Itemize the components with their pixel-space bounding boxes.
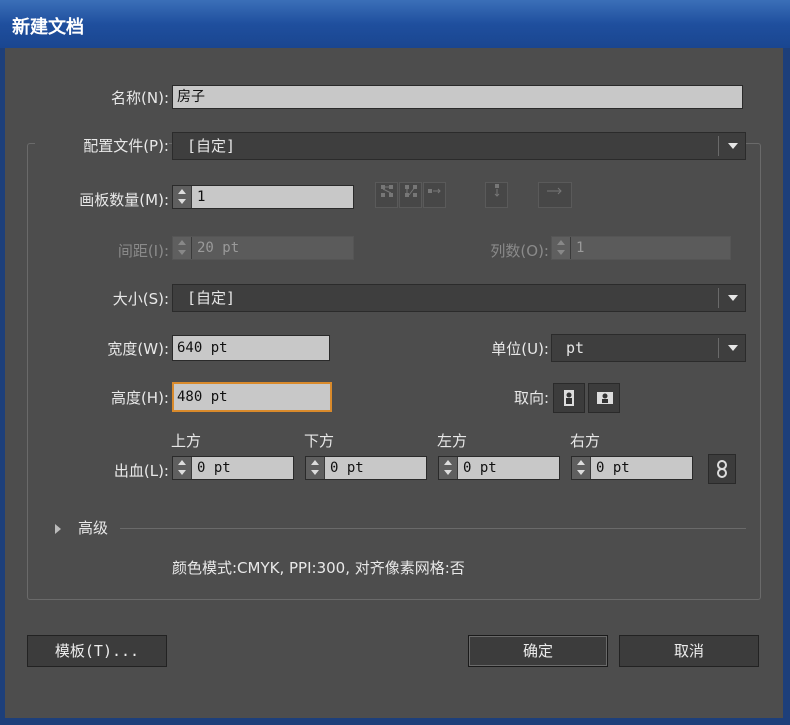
chevron-down-icon [718,288,745,308]
templates-button[interactable]: 模板(T)... [27,635,167,667]
bleed-bottom-label: 下方 [304,432,335,450]
bleed-left-stepper[interactable]: 0 pt [438,456,560,480]
spacing-stepper[interactable]: 20 pt [172,236,354,260]
landscape-icon [597,392,613,404]
profile-dropdown[interactable]: [自定] [172,132,746,160]
spacing-value: 20 pt [197,240,240,256]
artboards-label: 画板数量(M): [79,191,169,209]
title-bar[interactable]: 新建文档 [0,0,790,48]
chevron-down-icon [718,136,745,156]
columns-value: 1 [576,240,585,256]
dialog-body: 名称(N): 房子 配置文件(P): [自定] 画板数量(M): 1 间距(I)… [5,48,783,718]
grid-by-column-icon[interactable] [399,182,422,208]
color-mode-summary: 颜色模式:CMYK, PPI:300, 对齐像素网格:否 [172,559,465,577]
window-title: 新建文档 [12,17,84,38]
advanced-label[interactable]: 高级 [78,517,108,538]
spacing-label: 间距(I): [117,242,169,260]
bleed-left-label: 左方 [437,432,468,450]
bleed-right-value: 0 pt [596,460,630,476]
chain-link-icon [717,460,727,478]
bleed-left-value: 0 pt [463,460,497,476]
stepper-arrows-icon[interactable] [306,457,325,479]
stepper-arrows-icon[interactable] [439,457,458,479]
expand-triangle-icon[interactable] [55,524,61,534]
grid-by-row-icon[interactable] [375,182,398,208]
arrange-by-column-icon[interactable] [485,182,508,208]
bleed-bottom-value: 0 pt [330,460,364,476]
name-input[interactable]: 房子 [172,85,743,109]
portrait-button[interactable] [553,383,585,413]
stepper-arrows-icon[interactable] [572,457,591,479]
columns-stepper[interactable]: 1 [551,236,731,260]
bleed-bottom-stepper[interactable]: 0 pt [305,456,427,480]
portrait-icon [564,390,574,406]
bleed-top-value: 0 pt [197,460,231,476]
chevron-down-icon [718,338,745,358]
divider [120,528,746,529]
stepper-arrows-icon[interactable] [173,186,192,208]
artboards-value: 1 [197,189,206,205]
name-label: 名称(N): [111,89,169,107]
ok-button[interactable]: 确定 [468,635,608,667]
right-to-left-icon[interactable] [538,182,572,208]
link-bleed-button[interactable] [708,454,736,484]
arrange-by-row-icon[interactable] [423,182,446,208]
height-input[interactable]: 480 pt [172,382,332,412]
width-input[interactable]: 640 pt [172,335,330,361]
width-label: 宽度(W): [107,340,169,358]
artboards-stepper[interactable]: 1 [172,185,354,209]
columns-label: 列数(O): [490,242,549,260]
bleed-label: 出血(L): [113,462,169,480]
landscape-button[interactable] [588,383,620,413]
profile-value: [自定] [187,137,236,155]
profile-label: 配置文件(P): [35,135,169,156]
cancel-button[interactable]: 取消 [619,635,759,667]
size-label: 大小(S): [112,290,169,308]
bleed-top-label: 上方 [171,432,202,450]
bleed-right-stepper[interactable]: 0 pt [571,456,693,480]
stepper-arrows-icon[interactable] [173,457,192,479]
stepper-arrows-icon[interactable] [552,237,571,259]
size-value: [自定] [187,289,236,307]
height-label: 高度(H): [110,389,169,407]
units-dropdown[interactable]: pt [551,334,746,362]
stepper-arrows-icon[interactable] [173,237,192,259]
units-value: pt [566,339,585,357]
size-dropdown[interactable]: [自定] [172,284,746,312]
orientation-label: 取向: [513,389,549,407]
bleed-top-stepper[interactable]: 0 pt [172,456,294,480]
bleed-right-label: 右方 [570,432,601,450]
document-settings-group [27,143,761,600]
dialog-window: 新建文档 名称(N): 房子 配置文件(P): [自定] 画板数量(M): 1 [0,0,790,725]
units-label: 单位(U): [491,340,549,358]
